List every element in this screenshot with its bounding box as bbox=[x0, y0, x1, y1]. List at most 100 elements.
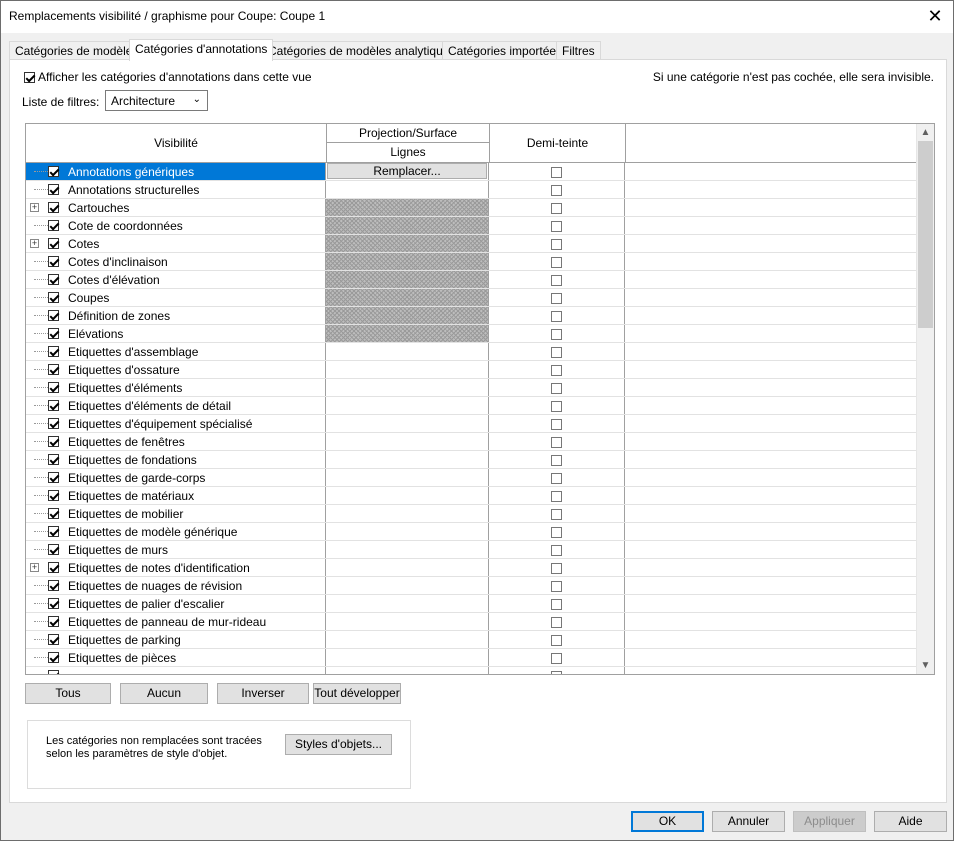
halftone-cell[interactable] bbox=[489, 199, 625, 216]
visibility-checkbox[interactable] bbox=[48, 400, 59, 411]
table-row[interactable]: Etiquettes de panneau de mur-rideau bbox=[26, 613, 916, 631]
visibility-checkbox[interactable] bbox=[48, 274, 59, 285]
visibility-cell[interactable]: Etiquettes de murs bbox=[26, 541, 326, 558]
visibility-checkbox[interactable] bbox=[48, 580, 59, 591]
halftone-checkbox[interactable] bbox=[551, 508, 562, 520]
header-visibility[interactable]: Visibilité bbox=[26, 124, 327, 162]
halftone-cell[interactable] bbox=[489, 649, 625, 666]
halftone-cell[interactable] bbox=[489, 667, 625, 674]
tab-filters[interactable]: Filtres bbox=[556, 41, 601, 60]
halftone-cell[interactable] bbox=[489, 613, 625, 630]
visibility-cell[interactable]: Etiquettes d'ossature bbox=[26, 361, 326, 378]
table-row[interactable]: Etiquettes de fenêtres bbox=[26, 433, 916, 451]
halftone-cell[interactable] bbox=[489, 343, 625, 360]
tab-annotation-categories[interactable]: Catégories d'annotations bbox=[129, 39, 274, 61]
visibility-checkbox[interactable] bbox=[48, 382, 59, 393]
lines-cell[interactable] bbox=[326, 559, 489, 576]
halftone-checkbox[interactable] bbox=[551, 562, 562, 574]
visibility-checkbox[interactable] bbox=[48, 346, 59, 357]
visibility-cell[interactable]: Etiquettes de panneau de mur-rideau bbox=[26, 613, 326, 630]
lines-cell[interactable] bbox=[326, 541, 489, 558]
visibility-cell[interactable]: Cotes d'inclinaison bbox=[26, 253, 326, 270]
halftone-checkbox[interactable] bbox=[551, 382, 562, 394]
table-row[interactable]: Annotations structurelles bbox=[26, 181, 916, 199]
halftone-checkbox[interactable] bbox=[551, 616, 562, 628]
halftone-checkbox[interactable] bbox=[551, 166, 562, 178]
halftone-checkbox[interactable] bbox=[551, 670, 562, 674]
halftone-checkbox[interactable] bbox=[551, 328, 562, 340]
lines-cell[interactable] bbox=[326, 415, 489, 432]
cancel-button[interactable]: Annuler bbox=[712, 811, 785, 832]
visibility-checkbox[interactable] bbox=[48, 634, 59, 645]
table-row[interactable]: Définition de zones bbox=[26, 307, 916, 325]
replace-button[interactable]: Remplacer... bbox=[327, 163, 487, 179]
lines-cell[interactable] bbox=[326, 595, 489, 612]
halftone-cell[interactable] bbox=[489, 181, 625, 198]
visibility-checkbox[interactable] bbox=[48, 562, 59, 573]
visibility-checkbox[interactable] bbox=[48, 508, 59, 519]
halftone-checkbox[interactable] bbox=[551, 634, 562, 646]
visibility-cell[interactable]: Elévations bbox=[26, 325, 326, 342]
visibility-checkbox[interactable] bbox=[48, 310, 59, 321]
halftone-checkbox[interactable] bbox=[551, 274, 562, 286]
visibility-cell[interactable]: Cote de coordonnées bbox=[26, 217, 326, 234]
header-lines[interactable]: Lignes bbox=[327, 143, 490, 162]
table-row[interactable]: Etiquettes de pièces bbox=[26, 649, 916, 667]
table-row[interactable]: Etiquettes de modèle générique bbox=[26, 523, 916, 541]
table-row[interactable]: + Cotes bbox=[26, 235, 916, 253]
halftone-checkbox[interactable] bbox=[551, 184, 562, 196]
visibility-cell[interactable]: Etiquettes de garde-corps bbox=[26, 469, 326, 486]
scroll-down-icon[interactable]: ▼ bbox=[917, 657, 934, 674]
visibility-checkbox[interactable] bbox=[48, 472, 59, 483]
tab-imported-categories[interactable]: Catégories importées bbox=[442, 41, 569, 60]
visibility-checkbox[interactable] bbox=[48, 256, 59, 267]
visibility-checkbox[interactable] bbox=[48, 652, 59, 663]
visibility-checkbox[interactable] bbox=[48, 418, 59, 429]
lines-cell[interactable] bbox=[326, 577, 489, 594]
scroll-thumb[interactable] bbox=[918, 141, 933, 328]
table-row[interactable]: Etiquettes d'équipement spécialisé bbox=[26, 415, 916, 433]
halftone-cell[interactable] bbox=[489, 397, 625, 414]
halftone-cell[interactable] bbox=[489, 469, 625, 486]
table-row[interactable]: Etiquettes de palier d'escalier bbox=[26, 595, 916, 613]
visibility-checkbox[interactable] bbox=[48, 436, 59, 447]
visibility-cell[interactable]: Etiquettes de parking bbox=[26, 631, 326, 648]
table-row[interactable]: Annotations génériques Remplacer... bbox=[26, 163, 916, 181]
visibility-checkbox[interactable] bbox=[48, 670, 59, 674]
expand-all-button[interactable]: Tout développer bbox=[313, 683, 401, 704]
table-row[interactable]: Etiquettes d'éléments bbox=[26, 379, 916, 397]
table-row[interactable]: Cotes d'inclinaison bbox=[26, 253, 916, 271]
select-none-button[interactable]: Aucun bbox=[120, 683, 208, 704]
visibility-cell[interactable]: Etiquettes d'éléments de détail bbox=[26, 397, 326, 414]
halftone-checkbox[interactable] bbox=[551, 436, 562, 448]
expand-icon[interactable]: + bbox=[30, 203, 39, 212]
halftone-cell[interactable] bbox=[489, 595, 625, 612]
visibility-cell[interactable]: + Cotes bbox=[26, 235, 326, 252]
visibility-cell[interactable]: Etiquettes de fenêtres bbox=[26, 433, 326, 450]
visibility-checkbox[interactable] bbox=[48, 184, 59, 195]
halftone-cell[interactable] bbox=[489, 379, 625, 396]
halftone-cell[interactable] bbox=[489, 235, 625, 252]
visibility-checkbox[interactable] bbox=[48, 328, 59, 339]
halftone-checkbox[interactable] bbox=[551, 400, 562, 412]
visibility-cell[interactable]: Etiquettes de matériaux bbox=[26, 487, 326, 504]
show-annotations-checkbox[interactable] bbox=[24, 72, 35, 84]
lines-cell[interactable] bbox=[326, 433, 489, 450]
halftone-cell[interactable] bbox=[489, 361, 625, 378]
lines-cell[interactable] bbox=[326, 379, 489, 396]
table-row[interactable]: Etiquettes de garde-corps bbox=[26, 469, 916, 487]
table-row[interactable]: Etiquettes de nuages de révision bbox=[26, 577, 916, 595]
visibility-cell[interactable] bbox=[26, 667, 326, 674]
lines-cell[interactable] bbox=[326, 181, 489, 198]
visibility-cell[interactable]: Etiquettes de fondations bbox=[26, 451, 326, 468]
filter-list-select[interactable]: Architecture ⌄ bbox=[105, 90, 208, 111]
invert-button[interactable]: Inverser bbox=[217, 683, 309, 704]
lines-cell[interactable] bbox=[326, 523, 489, 540]
visibility-cell[interactable]: Etiquettes de pièces bbox=[26, 649, 326, 666]
halftone-checkbox[interactable] bbox=[551, 220, 562, 232]
tab-model-categories[interactable]: Catégories de modèles bbox=[9, 41, 145, 60]
lines-cell[interactable] bbox=[326, 397, 489, 414]
visibility-checkbox[interactable] bbox=[48, 292, 59, 303]
halftone-checkbox[interactable] bbox=[551, 310, 562, 322]
select-all-button[interactable]: Tous bbox=[25, 683, 111, 704]
